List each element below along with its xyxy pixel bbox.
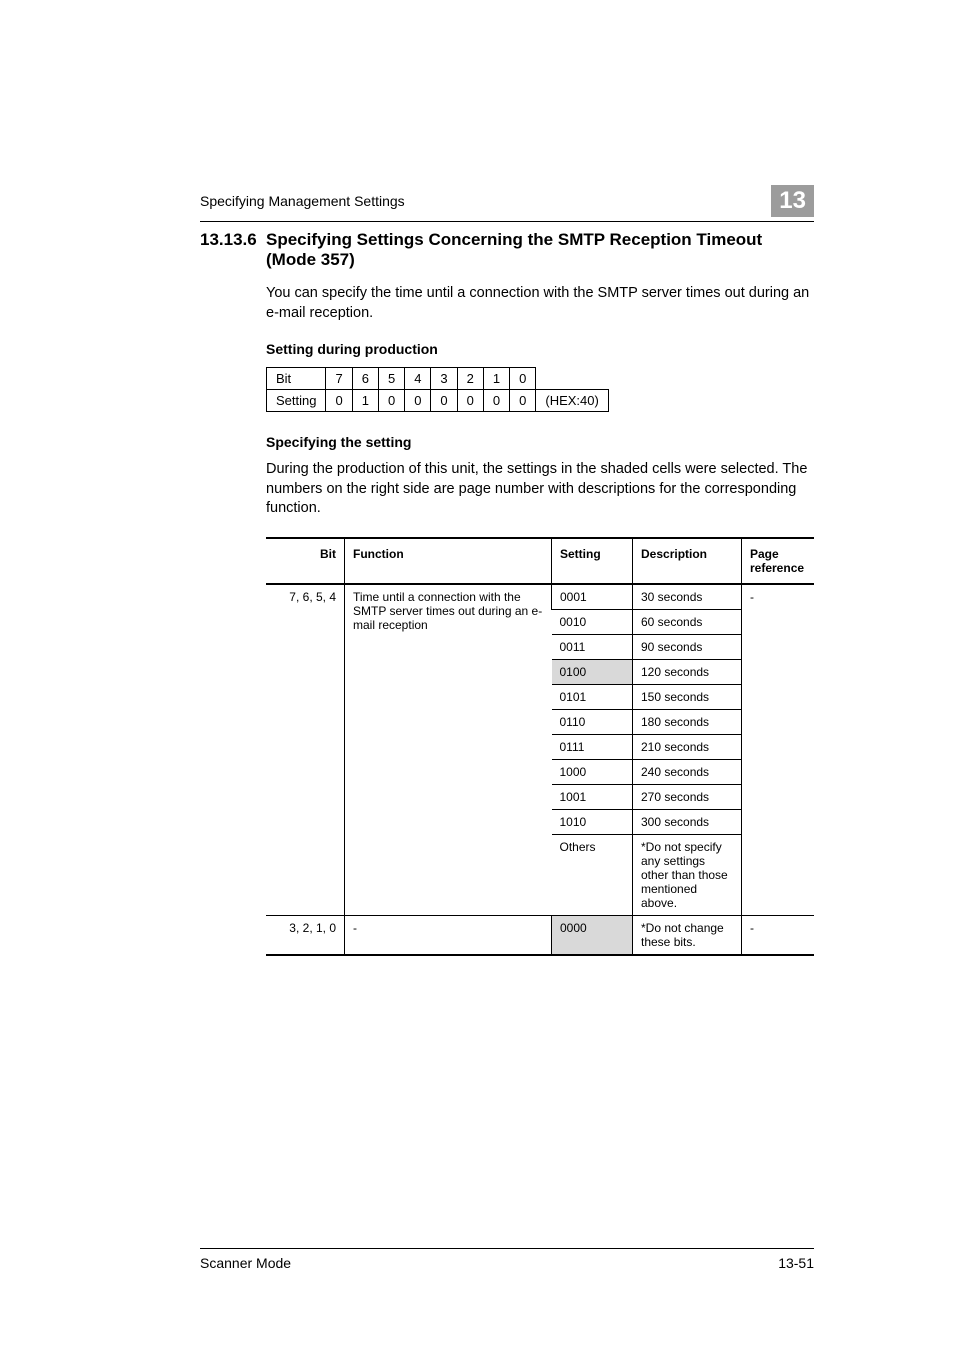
mode-description-cell: *Do not specify any settings other than …	[633, 834, 742, 915]
bit-header-cell: 3	[431, 368, 457, 390]
mode-setting-cell: 0010	[552, 609, 633, 634]
running-header: Specifying Management Settings 13	[200, 185, 814, 222]
mode-function-group1: Time until a connection with the SMTP se…	[345, 584, 552, 916]
bit-header-cell: 5	[378, 368, 404, 390]
footer-left: Scanner Mode	[200, 1255, 291, 1271]
bit-header-cell: 0	[510, 368, 536, 390]
hex-value: (HEX:40)	[536, 390, 608, 412]
mode-setting-cell: 0111	[552, 734, 633, 759]
mode-setting-cell: 0100	[552, 659, 633, 684]
mode-setting-cell: 0101	[552, 684, 633, 709]
mode-setting-cell: 1001	[552, 784, 633, 809]
setting-row-label: Setting	[267, 390, 326, 412]
footer-right: 13-51	[778, 1255, 814, 1271]
mode-bit-group2: 3, 2, 1, 0	[266, 915, 345, 955]
production-heading: Setting during production	[266, 341, 814, 357]
mode-table: Bit Function Setting Description Page re…	[266, 537, 814, 956]
mode-bit-group1: 7, 6, 5, 4	[266, 584, 345, 916]
mode-setting-cell: 0011	[552, 634, 633, 659]
mode-header-setting: Setting	[552, 538, 633, 584]
setting-value-cell: 0	[431, 390, 457, 412]
mode-function-group2: -	[345, 915, 552, 955]
mode-setting-cell: 1000	[552, 759, 633, 784]
mode-header-description: Description	[633, 538, 742, 584]
bit-header-cell: 7	[326, 368, 352, 390]
mode-description-cell: 150 seconds	[633, 684, 742, 709]
mode-header-bit: Bit	[266, 538, 345, 584]
mode-description-group2: *Do not change these bits.	[633, 915, 742, 955]
setting-value-cell: 0	[483, 390, 509, 412]
setting-value-cell: 0	[378, 390, 404, 412]
section-intro: You can specify the time until a connect…	[266, 284, 814, 323]
bit-header-cell: 6	[352, 368, 378, 390]
bit-setting-table: Bit 7 6 5 4 3 2 1 0 Setting 0 1 0 0	[266, 367, 609, 412]
section-number: 13.13.6	[200, 230, 266, 270]
section-heading: 13.13.6 Specifying Settings Concerning t…	[200, 230, 814, 270]
mode-setting-cell: 0110	[552, 709, 633, 734]
mode-description-cell: 240 seconds	[633, 759, 742, 784]
page-footer: Scanner Mode 13-51	[200, 1248, 814, 1271]
mode-description-cell: 120 seconds	[633, 659, 742, 684]
setting-value-cell: 1	[352, 390, 378, 412]
chapter-badge: 13	[771, 185, 814, 217]
mode-ref-group1: -	[742, 584, 815, 916]
setting-value-cell: 0	[405, 390, 431, 412]
bit-header-cell: 1	[483, 368, 509, 390]
mode-header-function: Function	[345, 538, 552, 584]
mode-setting-cell: Others	[552, 834, 633, 915]
mode-setting-cell: 1010	[552, 809, 633, 834]
specifying-intro: During the production of this unit, the …	[266, 460, 814, 519]
bit-header-cell: 2	[457, 368, 483, 390]
mode-description-cell: 300 seconds	[633, 809, 742, 834]
mode-description-cell: 30 seconds	[633, 584, 742, 610]
section-title: Specifying Settings Concerning the SMTP …	[266, 230, 814, 270]
mode-header-reference: Page reference	[742, 538, 815, 584]
setting-value-cell: 0	[326, 390, 352, 412]
mode-description-cell: 210 seconds	[633, 734, 742, 759]
setting-value-cell: 0	[510, 390, 536, 412]
specifying-heading: Specifying the setting	[266, 434, 814, 450]
bit-row-label: Bit	[267, 368, 326, 390]
mode-description-cell: 270 seconds	[633, 784, 742, 809]
mode-description-cell: 60 seconds	[633, 609, 742, 634]
mode-setting-group2: 0000	[552, 915, 633, 955]
mode-description-cell: 90 seconds	[633, 634, 742, 659]
mode-description-cell: 180 seconds	[633, 709, 742, 734]
running-title: Specifying Management Settings	[200, 193, 405, 209]
setting-value-cell: 0	[457, 390, 483, 412]
mode-ref-group2: -	[742, 915, 815, 955]
bit-header-cell: 4	[405, 368, 431, 390]
mode-setting-cell: 0001	[552, 584, 633, 610]
